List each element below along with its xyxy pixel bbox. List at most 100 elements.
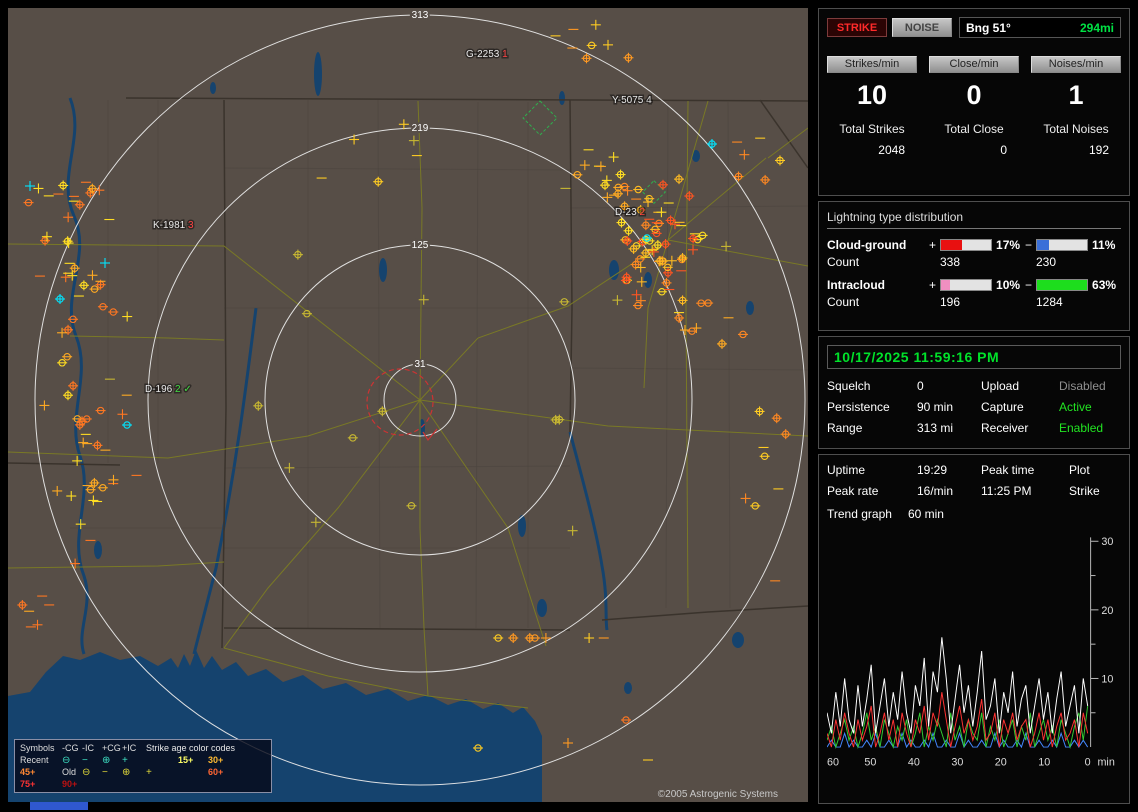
legend-old-label: Old (62, 767, 77, 777)
counters-panel: STRIKE NOISE Bng 51° 294mi Strikes/min 1… (818, 8, 1130, 196)
upload-status: Disabled (1059, 379, 1106, 393)
cg-plus-bar (940, 239, 993, 251)
uptime-value: 19:29 (917, 463, 948, 477)
legend-col-nic: -IC (82, 743, 94, 753)
circle-minus-icon: ⊖ (82, 766, 91, 778)
circle-minus-icon: ⊖ (62, 754, 71, 766)
strike-mode-button[interactable]: STRIKE (827, 18, 887, 37)
bearing-value: Bng 51° (966, 20, 1011, 35)
station-label: K-1981 3 (153, 220, 194, 231)
ic-minus-count: 1284 (1036, 295, 1063, 309)
circle-plus-icon: ⊕ (122, 766, 131, 778)
age-code-30: 30+ (208, 755, 224, 765)
upload-label: Upload (981, 379, 1020, 393)
cg-minus-bar (1036, 239, 1089, 251)
legend-recent-label: Recent (20, 755, 49, 765)
settings-panel: 10/17/2025 11:59:16 PM Squelch 0 Upload … (818, 336, 1130, 449)
count-label: Count (827, 255, 860, 269)
trend-x-label: 0 (1085, 757, 1091, 769)
taskbar-fragment[interactable] (30, 802, 88, 810)
age-code-15: 15+ (178, 755, 194, 765)
trend-series-close (827, 731, 1089, 749)
capture-status: Active (1059, 400, 1092, 414)
lake (644, 272, 652, 288)
bearing-range-value: 294mi (1079, 20, 1114, 35)
trend-graph-label: Trend graph (827, 507, 892, 521)
peak-rate-value: 16/min (917, 484, 954, 498)
lake (559, 91, 565, 105)
ic-plus-pct: 10% (996, 278, 1021, 292)
peak-rate-label: Peak rate (827, 484, 879, 498)
peak-time-label: Peak time (981, 463, 1035, 477)
total-strikes-label: Total Strikes (839, 121, 905, 136)
ic-plus-bar (940, 279, 993, 291)
range-ring-label: 31 (414, 359, 426, 370)
total-noises-label: Total Noises (1043, 121, 1109, 136)
capture-label: Capture (981, 400, 1024, 414)
age-code-75: 75+ (20, 779, 36, 789)
map-canvas[interactable]: 313 219 125 31 G-2253 1 Y-5075 4 D-23 2 K-1981 … (8, 8, 808, 802)
noises-column: Noises/min 1 Total Noises 192 (1031, 54, 1121, 157)
total-close-label: Total Close (944, 121, 1004, 136)
trend-x-label: 30 (951, 757, 963, 769)
station-label: D-196 2 ✓ (145, 384, 192, 395)
strikes-per-min-button[interactable]: Strikes/min (827, 55, 917, 73)
range-ring-label: 219 (412, 123, 429, 134)
station-label: Y-5075 4 (612, 95, 652, 106)
cg-minus-count: 230 (1036, 255, 1057, 269)
cloud-ground-row: Cloud-ground + 17% − 11% (827, 238, 1121, 252)
plus-sign: + (929, 278, 937, 292)
map-legend: Symbols -CG -IC +CG +IC Strike age color… (14, 739, 272, 793)
lake (609, 260, 619, 280)
trend-y-label: 10 (1101, 673, 1113, 685)
minus-icon: − (102, 766, 108, 778)
plus-sign: + (929, 238, 937, 252)
count-label: Count (827, 295, 860, 309)
trend-x-label: 50 (864, 757, 876, 769)
range-value: 313 mi (917, 421, 954, 435)
uptime-label: Uptime (827, 463, 866, 477)
lightning-map[interactable]: 313 219 125 31 G-2253 1 Y-5075 4 D-23 2 K-1981 … (8, 8, 808, 802)
age-code-60: 60+ (208, 767, 224, 777)
plot-value: Strike (1069, 484, 1100, 498)
trend-graph: 10 20 30 60 50 40 30 20 10 0 min (827, 536, 1115, 769)
plot-label: Plot (1069, 463, 1090, 477)
strikes-column: Strikes/min 10 Total Strikes 2048 (827, 54, 917, 157)
trend-window-value: 60 min (907, 507, 944, 521)
noises-per-min-button[interactable]: Noises/min (1031, 55, 1121, 73)
cloud-ground-count-row: Count 338 230 (827, 255, 1121, 269)
range-label: Range (827, 421, 863, 435)
trend-x-label: 20 (995, 757, 1007, 769)
noises-per-min-value: 1 (1068, 79, 1084, 110)
total-noises-value: 192 (1088, 142, 1109, 157)
peak-time-value: 11:25 PM (981, 484, 1032, 498)
intracloud-count-row: Count 196 1284 (827, 295, 1121, 309)
total-strikes-value: 2048 (878, 142, 905, 157)
lake (537, 599, 547, 617)
age-code-45: 45+ (20, 767, 36, 777)
distribution-title: Lightning type distribution (827, 210, 1121, 229)
minus-sign: − (1025, 278, 1033, 292)
trend-x-unit: min (1097, 757, 1114, 769)
ic-minus-pct: 63% (1092, 278, 1117, 292)
cg-plus-count: 338 (940, 255, 961, 269)
sidebar: STRIKE NOISE Bng 51° 294mi Strikes/min 1… (818, 8, 1130, 804)
lake (624, 682, 632, 694)
legend-col-pic: +IC (122, 743, 137, 753)
station-label: G-2253 1 (466, 49, 508, 60)
lake (518, 515, 526, 537)
legend-col-ncg: -CG (62, 743, 79, 753)
ic-minus-bar (1036, 279, 1089, 291)
lake (732, 632, 744, 648)
range-ring-label: 125 (412, 240, 429, 251)
bearing-display: Bng 51° 294mi (959, 17, 1121, 38)
minus-sign: − (1025, 238, 1033, 252)
copyright-text: ©2005 Astrogenic Systems (657, 789, 778, 800)
receiver-status: Enabled (1059, 421, 1104, 435)
noise-mode-button[interactable]: NOISE (892, 18, 952, 37)
trend-x-label: 40 (908, 757, 920, 769)
legend-symbols-label: Symbols (20, 743, 55, 753)
persistence-value: 90 min (917, 400, 954, 414)
lake (379, 258, 387, 282)
close-per-min-button[interactable]: Close/min (929, 55, 1019, 73)
